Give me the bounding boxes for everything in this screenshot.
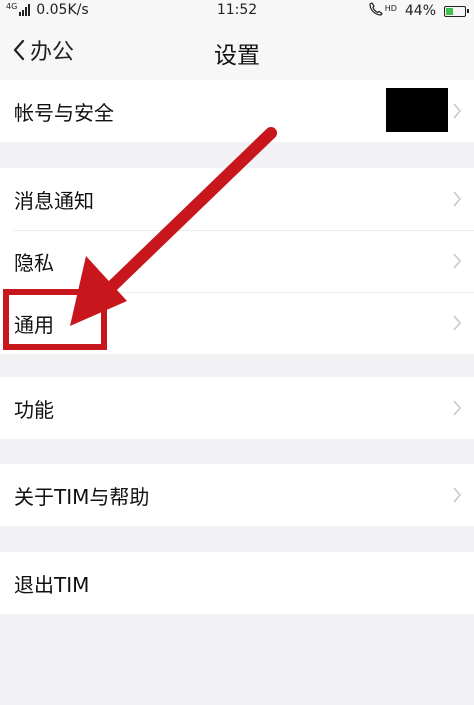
status-right: HD 44%: [369, 2, 469, 20]
settings-item-general[interactable]: 通用: [0, 292, 474, 354]
settings-item-label: 关于TIM与帮助: [14, 484, 150, 509]
settings-item-about-help[interactable]: 关于TIM与帮助: [0, 464, 474, 526]
settings-item-notifications[interactable]: 消息通知: [0, 168, 474, 230]
settings-item-features[interactable]: 功能: [0, 377, 474, 439]
settings-group-main: 消息通知 隐私 通用: [0, 168, 474, 354]
settings-item-privacy[interactable]: 隐私: [0, 230, 474, 292]
status-bar: 4G 0.05K/s 11:52 HD 44%: [0, 0, 474, 22]
chevron-right-icon: [453, 487, 462, 503]
redacted-avatar: [386, 88, 448, 132]
page-title: 设置: [214, 43, 260, 69]
chevron-right-icon: [453, 400, 462, 416]
nav-header: 办公 设置: [0, 22, 474, 80]
settings-item-label: 通用: [14, 312, 54, 337]
settings-group-logout: 退出TIM: [0, 552, 474, 614]
settings-item-label: 帐号与安全: [14, 100, 114, 125]
chevron-right-icon: [453, 191, 462, 207]
settings-item-label: 隐私: [14, 250, 54, 275]
battery-fill: [446, 7, 453, 15]
settings-item-label: 退出TIM: [14, 572, 90, 597]
settings-item-account-security[interactable]: 帐号与安全: [0, 80, 474, 142]
battery-percent: 44%: [404, 3, 436, 19]
settings-group-about: 关于TIM与帮助: [0, 464, 474, 526]
settings-item-label: 功能: [14, 397, 54, 422]
settings-item-label: 消息通知: [14, 188, 94, 213]
hd-label: HD: [384, 3, 397, 13]
settings-item-logout[interactable]: 退出TIM: [0, 552, 474, 614]
chevron-right-icon: [453, 103, 462, 119]
settings-group-account: 帐号与安全: [0, 80, 474, 142]
battery-icon: [444, 5, 469, 17]
chevron-right-icon: [453, 315, 462, 331]
chevron-right-icon: [453, 253, 462, 269]
phone-call-icon: [369, 2, 383, 20]
settings-group-features: 功能: [0, 377, 474, 439]
